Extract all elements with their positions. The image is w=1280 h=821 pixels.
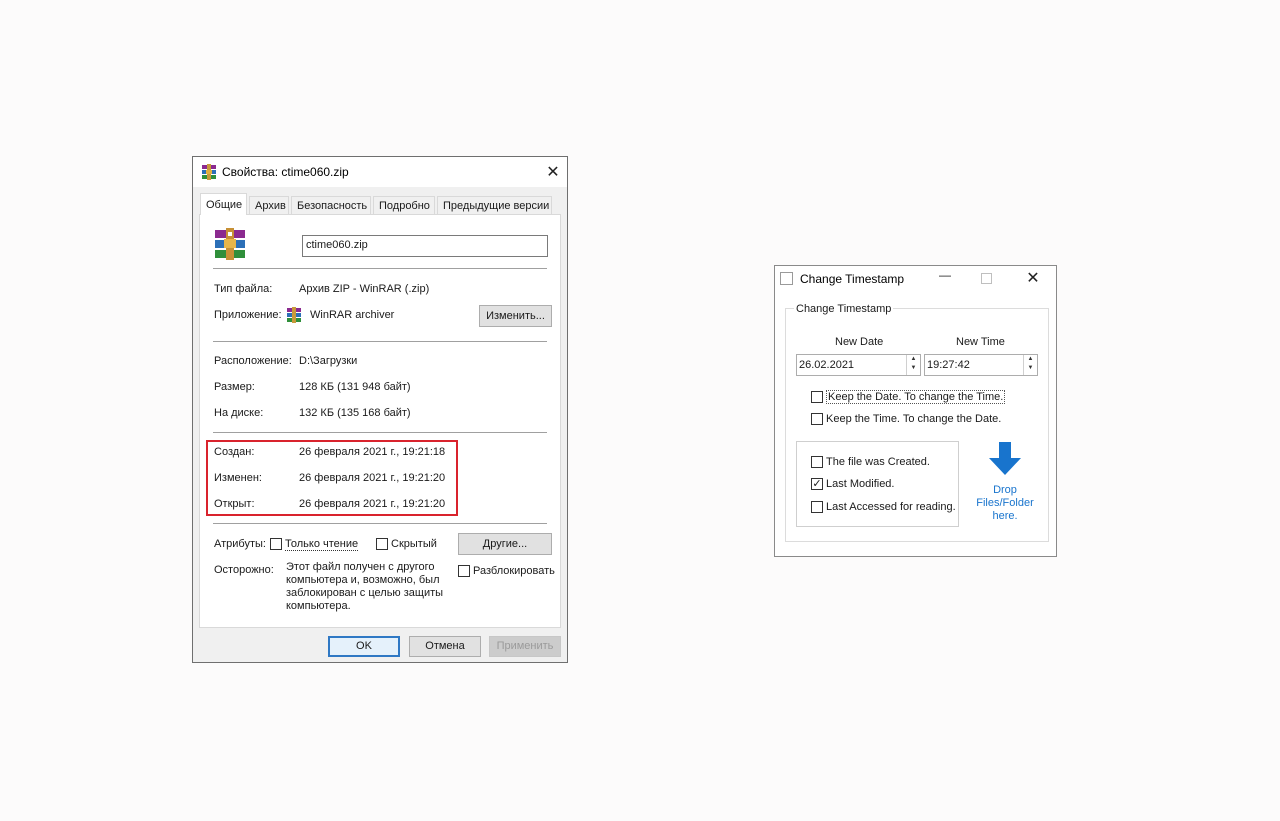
keep-date-label[interactable]: Keep the Date. To change the Time. [826,390,1006,404]
date-spinner[interactable]: ▲ ▼ [906,355,920,375]
drop-text-line-3: here. [992,510,1018,522]
divider [213,268,547,269]
size-label: Размер: [214,381,255,393]
unblock-label[interactable]: Разблокировать [473,565,559,577]
time-input[interactable]: 19:27:42 [924,354,1038,376]
unblock-checkbox[interactable] [458,565,470,577]
groupbox-label: Change Timestamp [794,303,894,315]
attributes-label: Атрибуты: [214,538,266,550]
close-icon[interactable]: ✕ [543,162,563,182]
winrar-archive-icon [214,228,246,260]
opened-label: Открыт: [214,498,255,510]
general-pane: ctime060.zip Тип файла: Архив ZIP - WinR… [199,214,561,628]
change-timestamp-dialog: Change Timestamp — ✕ Change Timestamp Ne… [774,265,1057,557]
created-label: Создан: [214,446,255,458]
caution-label: Осторожно: [214,564,274,576]
divider [213,523,547,524]
location-value: D:\Загрузки [299,355,358,367]
divider [213,432,547,433]
spin-up-icon[interactable]: ▲ [1024,355,1037,364]
keep-time-label[interactable]: Keep the Time. To change the Date. [826,413,1001,425]
winrar-icon [201,164,217,180]
time-spinner[interactable]: ▲ ▼ [1023,355,1037,375]
disk-size-value: 132 КБ (135 168 байт) [299,407,411,419]
cancel-button[interactable]: Отмена [409,636,481,657]
disk-size-label: На диске: [214,407,264,419]
keep-time-checkbox[interactable] [811,413,823,425]
filename-field[interactable]: ctime060.zip [302,235,548,257]
properties-dialog: Свойства: ctime060.zip ✕ Общие Архив Без… [192,156,568,663]
type-value: Архив ZIP - WinRAR (.zip) [299,283,430,295]
readonly-label[interactable]: Только чтение [285,538,359,551]
modified-label: Изменен: [214,472,262,484]
winrar-app-icon [286,307,302,323]
created-option-label[interactable]: The file was Created. [826,456,930,468]
modified-value: 26 февраля 2021 г., 19:21:20 [299,472,446,484]
keep-date-checkbox[interactable] [811,391,823,403]
minimize-icon[interactable]: — [936,268,954,288]
apply-button[interactable]: Применить [489,636,561,657]
new-date-label: New Date [835,336,884,348]
down-arrow-icon [988,442,1022,476]
opened-value: 26 февраля 2021 г., 19:21:20 [299,498,446,510]
modified-checkbox[interactable]: ✓ [811,478,823,490]
spin-down-icon[interactable]: ▼ [1024,364,1037,373]
caution-text-line-4: компьютера. [286,600,351,612]
app-icon [780,272,793,285]
drop-zone[interactable]: Drop Files/Folder here. [970,442,1040,526]
caution-text-line-1: Этот файл получен с другого [286,561,435,573]
tab-general[interactable]: Общие [200,193,247,215]
timestamp-title: Change Timestamp [800,272,905,286]
accessed-option-label[interactable]: Last Accessed for reading. [826,501,956,513]
created-checkbox[interactable] [811,456,823,468]
type-label: Тип файла: [214,283,273,295]
location-label: Расположение: [214,355,292,367]
close-icon[interactable]: ✕ [1023,268,1043,288]
date-value: 26.02.2021 [799,359,855,371]
app-label: Приложение: [214,309,282,321]
readonly-checkbox[interactable] [270,538,282,550]
size-value: 128 КБ (131 948 байт) [299,381,411,393]
tab-security[interactable]: Безопасность [291,196,371,215]
caution-text-line-3: заблокирован с целью защиты [286,587,444,599]
drop-text-line-2: Files/Folder [976,497,1034,509]
time-value: 19:27:42 [927,359,970,371]
change-app-button[interactable]: Изменить... [479,305,552,327]
modified-option-label[interactable]: Last Modified. [826,478,894,490]
spin-down-icon[interactable]: ▼ [907,364,920,373]
new-time-label: New Time [956,336,1005,348]
accessed-checkbox[interactable] [811,501,823,513]
tab-previous-versions[interactable]: Предыдущие версии [437,196,552,215]
tab-archive[interactable]: Архив [249,196,289,215]
divider [213,341,547,342]
created-value: 26 февраля 2021 г., 19:21:18 [299,446,446,458]
ok-button[interactable]: OK [328,636,400,657]
caution-text-line-2: компьютера и, возможно, был [286,574,440,586]
drop-text-line-1: Drop [993,484,1017,496]
hidden-label[interactable]: Скрытый [391,538,437,550]
maximize-icon [981,273,992,284]
app-value: WinRAR archiver [310,309,395,321]
spin-up-icon[interactable]: ▲ [907,355,920,364]
date-input[interactable]: 26.02.2021 [796,354,921,376]
hidden-checkbox[interactable] [376,538,388,550]
other-attributes-button[interactable]: Другие... [458,533,552,555]
properties-title: Свойства: ctime060.zip [222,165,349,179]
tab-details[interactable]: Подробно [373,196,435,215]
